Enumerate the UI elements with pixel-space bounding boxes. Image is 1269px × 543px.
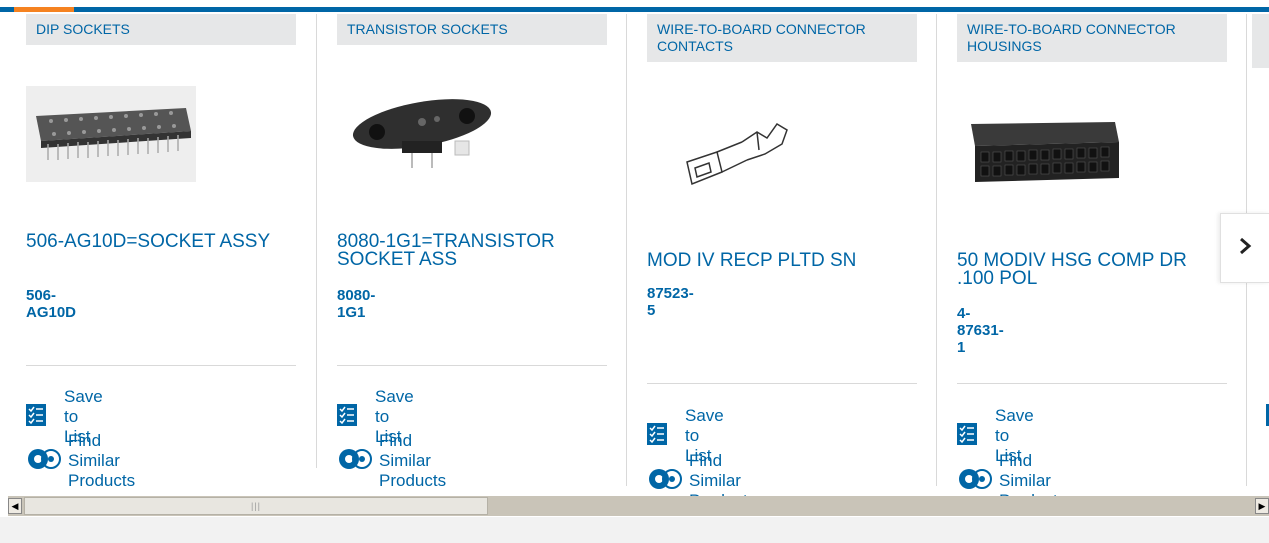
category-label[interactable]: TRANSISTOR SOCKETS [337,14,607,45]
product-title-link[interactable]: 8080-1G1=TRANSISTOR SOCKET ASS [337,232,587,269]
checklist-icon [647,422,667,450]
category-label[interactable]: DIP SOCKETS [26,14,296,45]
card-separator [936,14,937,486]
product-image-dip-socket[interactable] [26,86,196,182]
card-separator [626,14,627,486]
divider [26,365,296,366]
find-similar-button[interactable]: Find Similar Products [26,431,135,491]
find-similar-label: Find Similar Products [68,431,136,490]
divider [647,383,917,384]
category-label[interactable]: WIRE-TO-BOARD CONNECTOR HOUSINGS [957,14,1227,62]
gears-icon [337,447,375,476]
product-image-connector-housing[interactable] [957,102,1127,198]
product-image-transistor-socket[interactable] [337,86,507,182]
divider [957,383,1227,384]
product-title-link[interactable]: 50 MODIV HSG COMP DR .100 POL [957,251,1207,288]
part-number-link[interactable]: 4-87631-1 [957,305,1004,356]
product-image-connector-contact[interactable] [647,102,817,198]
scroll-right-arrow[interactable]: ▶ [1255,498,1269,514]
part-number-link[interactable]: 506-AG10D [26,287,76,321]
find-similar-button[interactable]: Find Similar Products [337,431,446,491]
part-number-link[interactable]: 8080-1G1 [337,287,375,321]
checklist-icon [26,403,46,431]
find-similar-label: Find Similar Products [379,431,447,490]
product-title-link[interactable]: MOD IV RECP PLTD SN [647,251,897,270]
gears-icon [26,447,64,476]
top-accent-bar [0,0,1269,12]
carousel-next-button[interactable] [1220,213,1269,283]
top-blue-line [0,7,1269,12]
gears-icon [647,467,685,496]
bottom-gray-area [0,517,1269,543]
category-label[interactable]: WIRE-TO-BOARD CONNECTOR CONTACTS [647,14,917,62]
gears-icon [957,467,995,496]
checklist-icon [957,422,977,450]
top-orange-accent [14,7,74,12]
card-separator [316,14,317,468]
checklist-icon [337,403,357,431]
divider [337,365,607,366]
partial-card-edge [1252,14,1269,68]
product-carousel-page: DIP SOCKETS 506-AG10D=SOCKET ASSY 506-AG… [0,0,1269,543]
horizontal-scrollbar[interactable]: ◀ ||| ▶ [8,496,1269,516]
product-title-link[interactable]: 506-AG10D=SOCKET ASSY [26,232,276,251]
scrollbar-thumb[interactable]: ||| [24,497,488,515]
chevron-right-icon [1238,235,1252,261]
scroll-left-arrow[interactable]: ◀ [8,498,22,514]
part-number-link[interactable]: 87523-5 [647,285,694,319]
